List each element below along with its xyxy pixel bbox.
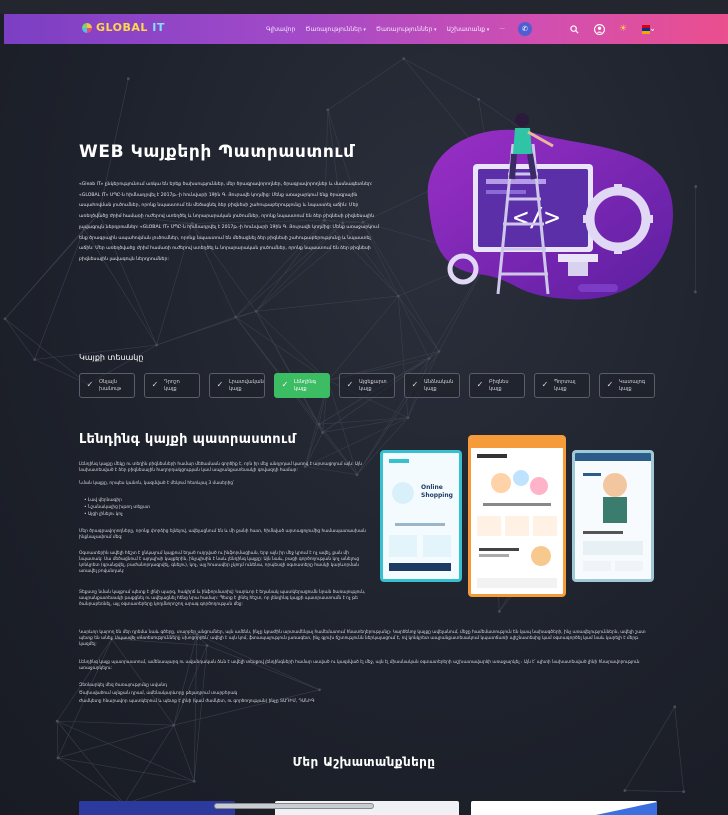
intro-paragraph: «Gleab IT» ընկերությունում առկա են երեք … [79, 182, 379, 262]
site-type-line2: կայք [229, 385, 242, 392]
site-type-selector: ✓ Օնլայն խանութ ✓ Դրոշո կայք ✓ Լրատվական կայք ✓ Լե… [79, 373, 657, 399]
site-type-label: Լրատվական կայք [229, 379, 264, 392]
page-content: WEB Կայքերի Պատրաստում «Gleab IT» ընկերո… [0, 0, 728, 815]
site-logo[interactable]: GLOBAL IT [82, 21, 165, 34]
site-type-line1: Լենդինգ [294, 379, 316, 385]
site-type-line1: Դրոշո [164, 379, 180, 385]
site-type-button[interactable]: ✓ Այցեքարտ կայք [339, 373, 395, 398]
site-type-button[interactable]: ✓ Օնլայն խանութ [79, 373, 135, 398]
site-type-button[interactable]: ✓ Լենդինգ կայք [274, 373, 330, 398]
messenger-icon[interactable]: ✆ [518, 22, 532, 36]
hero-illustration: </> [418, 104, 680, 310]
check-icon: ✓ [346, 380, 354, 390]
check-icon: ✓ [281, 380, 289, 390]
check-icon: ✓ [606, 380, 614, 390]
site-type-line1: Լրատվական [229, 379, 264, 385]
landing-paragraph-9: Ժամկետը հնարավոր պատկերում և պետք է լինի… [79, 699, 315, 704]
site-type-line2: խանութ [99, 385, 121, 392]
nav-item-home[interactable]: Գլխավոր [266, 26, 295, 33]
site-type-label: Այցեքարտ կայք [359, 379, 387, 392]
landing-paragraph-6: Լենդինգ կայք պատրաստում, ամենապարզ ու ավ… [79, 660, 640, 671]
check-icon: ✓ [86, 380, 94, 390]
user-icon[interactable] [592, 22, 606, 36]
site-type-label: Դրոշո կայք [164, 379, 180, 392]
site-type-line2: կայք [164, 385, 177, 392]
check-icon: ✓ [411, 380, 419, 390]
landing-bullet-list: Լավ վերնագիր Նշանակալից խթող տեքստ Այցի … [84, 497, 150, 518]
svg-text:Shopping: Shopping [421, 492, 453, 499]
site-type-line1: Կատալոգ [619, 379, 646, 385]
site-type-label: Պորտալ կայք [554, 379, 575, 392]
logo-part-gl: GL [96, 21, 113, 34]
site-header: GLOBAL IT Գլխավոր Ծառայություններ Ծառայո… [4, 14, 728, 44]
mockup-portfolio [572, 450, 654, 582]
site-type-line2: կայք [619, 385, 632, 392]
landing-paragraph-4: Տեքստը նման կայքում պետք է լինի պարզ, հա… [79, 590, 366, 607]
nav-item-services-2[interactable]: Ծառայություններ [376, 26, 437, 33]
site-type-line1: Այցեքարտ [359, 379, 387, 385]
logo-globe-icon [82, 22, 92, 33]
nav-item-more[interactable]: ··· [499, 26, 505, 33]
main-nav: Գլխավոր Ծառայություններ Ծառայություններ … [266, 14, 505, 44]
site-type-line1: Օնլայն [99, 379, 117, 385]
check-icon: ✓ [216, 380, 224, 390]
landing-paragraph-7: Զեռնարկել մեզ ծառայությունը ավանդ [79, 683, 167, 688]
page-title: WEB Կայքերի Պատրաստում [79, 142, 355, 162]
site-type-button[interactable]: ✓ Կատալոգ կայք [599, 373, 655, 398]
mockup-tasks [468, 435, 566, 597]
landing-paragraph-3: Օգտատերին ավելի հեշտ է ընկալում կայքում … [79, 551, 360, 574]
landing-mockups: Online Shopping [380, 435, 656, 597]
check-icon: ✓ [541, 380, 549, 390]
sun-icon[interactable]: ☀ [616, 22, 630, 36]
site-type-line1: Բիզնես [489, 379, 509, 385]
nav-item-services[interactable]: Ծառայություններ [305, 26, 366, 33]
site-type-line2: կայք [424, 385, 437, 392]
site-type-line1: Պորտալ [554, 379, 576, 385]
check-icon: ✓ [151, 380, 159, 390]
site-type-line2: կայք [554, 385, 567, 392]
site-type-label: Կայքի տեսակը [79, 353, 144, 362]
landing-bullet: Այցի լինելու կոչ [84, 511, 150, 518]
landing-paragraph-1: Լենդինգ կայքը մեկը ու տեղին բիզնեսների հ… [79, 462, 362, 473]
site-type-label: Օնլայն խանութ [99, 379, 121, 392]
landing-paragraph-2: Մեր ծրագրավորողները, որոնք փորձից ելնելո… [79, 529, 366, 540]
logo-part-it: IT [152, 21, 165, 34]
works-title: Մեր Աշխատանքները [292, 755, 436, 769]
site-type-line2: կայք [359, 385, 372, 392]
site-type-button[interactable]: ✓ Բիզնես կայք [469, 373, 525, 398]
svg-text:</>: </> [513, 203, 560, 233]
logo-part-obal: OBAL [112, 21, 148, 34]
site-type-button[interactable]: ✓ Լրատվական կայք [209, 373, 265, 398]
check-icon: ✓ [476, 380, 484, 390]
site-type-label: Լենդինգ կայք [294, 379, 316, 392]
landing-bullet: Լավ վերնագիր [84, 497, 150, 504]
landing-bullet: Նշանակալից խթող տեքստ [84, 504, 150, 511]
site-type-label: Կատալոգ կայք [619, 379, 645, 392]
site-type-label: Բիզնես կայք [489, 379, 509, 392]
site-type-line2: կայք [489, 385, 502, 392]
browser-top-strip [0, 0, 728, 14]
flag-icon[interactable] [641, 22, 655, 36]
site-type-button[interactable]: ✓ Դրոշո կայք [144, 373, 200, 398]
horizontal-scroll-handle[interactable] [214, 803, 374, 809]
landing-title: Լենդինգ կայքի պատրաստում [79, 432, 297, 447]
landing-paragraph-1b: Նման կայքը, որպես կանոն, կազմված է մեկու… [79, 481, 235, 486]
landing-paragraph-8: Ծախսվածում այնքան դրամ, ամենակարևորը թել… [79, 691, 238, 696]
nav-item-work[interactable]: Աշխատանք [446, 26, 489, 33]
site-type-button[interactable]: ✓ Անձնական կայք [404, 373, 460, 398]
work-card[interactable] [79, 801, 235, 815]
site-type-button[interactable]: ✓ Պորտալ կայք [534, 373, 590, 398]
mockup-shopping: Online Shopping [380, 450, 462, 582]
work-card[interactable] [471, 801, 657, 815]
svg-text:Online: Online [421, 484, 443, 491]
site-type-line2: կայք [294, 385, 307, 392]
landing-paragraph-5: Կարևոր կարող են մեր դրեմա նաև գծերը, տար… [79, 630, 646, 647]
site-type-label: Անձնական կայք [424, 379, 453, 392]
search-icon[interactable] [567, 22, 581, 36]
site-type-line1: Անձնական [424, 379, 454, 385]
logo-text: GLOBAL IT [96, 21, 165, 34]
